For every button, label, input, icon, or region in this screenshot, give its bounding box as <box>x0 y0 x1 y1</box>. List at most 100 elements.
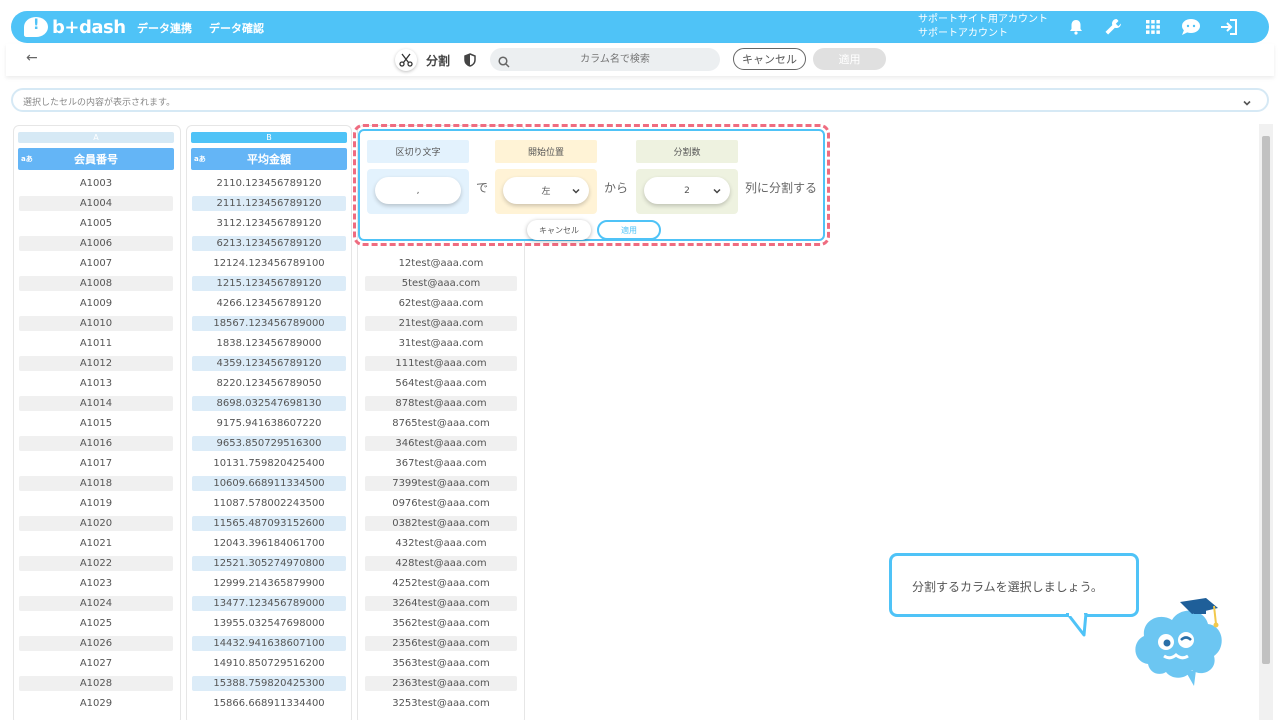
table-cell[interactable]: 8220.123456789050 <box>192 376 346 391</box>
wrench-icon[interactable] <box>1103 17 1123 37</box>
table-cell[interactable]: 3264test@aaa.com <box>365 596 517 611</box>
table-cell[interactable]: A1022 <box>19 556 173 571</box>
table-cell[interactable]: 2110.123456789120 <box>192 176 346 191</box>
vertical-scrollbar[interactable] <box>1259 124 1273 720</box>
table-cell[interactable]: A1021 <box>19 536 173 551</box>
table-cell[interactable]: 4252test@aaa.com <box>365 576 517 591</box>
nav-data-check[interactable]: データ確認 <box>209 20 264 36</box>
table-cell[interactable]: 3562test@aaa.com <box>365 616 517 631</box>
table-cell[interactable]: A1016 <box>19 436 173 451</box>
table-cell[interactable]: 6213.123456789120 <box>192 236 346 251</box>
table-cell[interactable]: 10131.759820425400 <box>192 456 346 471</box>
table-cell[interactable]: A1007 <box>19 256 173 271</box>
toolbar-apply-button[interactable]: 適用 <box>813 48 886 70</box>
table-cell[interactable]: A1014 <box>19 396 173 411</box>
table-cell[interactable]: 2363test@aaa.com <box>365 676 517 691</box>
table-cell[interactable]: 21test@aaa.com <box>365 316 517 331</box>
shield-icon[interactable] <box>464 52 476 71</box>
table-cell[interactable]: 8765test@aaa.com <box>365 416 517 431</box>
nav-data-integration[interactable]: データ連携 <box>137 20 192 36</box>
table-cell[interactable]: 9653.850729516300 <box>192 436 346 451</box>
table-cell[interactable]: 12043.396184061700 <box>192 536 346 551</box>
table-cell[interactable]: A1024 <box>19 596 173 611</box>
table-cell[interactable]: 12521.305274970800 <box>192 556 346 571</box>
table-cell[interactable]: A1004 <box>19 196 173 211</box>
table-cell[interactable]: 2356test@aaa.com <box>365 636 517 651</box>
table-cell[interactable]: 0382test@aaa.com <box>365 516 517 531</box>
popup-cancel-button[interactable]: キャンセル <box>527 220 591 240</box>
table-cell[interactable]: 3563test@aaa.com <box>365 656 517 671</box>
table-cell[interactable]: A1009 <box>19 296 173 311</box>
table-cell[interactable]: 11565.487093152600 <box>192 516 346 531</box>
table-cell[interactable]: 4359.123456789120 <box>192 356 346 371</box>
column-header[interactable]: aあ 会員番号 <box>18 148 174 170</box>
table-cell[interactable]: A1017 <box>19 456 173 471</box>
table-cell[interactable]: A1015 <box>19 416 173 431</box>
column-search[interactable] <box>490 48 720 71</box>
column-search-input[interactable] <box>520 48 710 71</box>
table-cell[interactable]: 14432.941638607100 <box>192 636 346 651</box>
table-cell[interactable]: A1005 <box>19 216 173 231</box>
table-cell[interactable]: 31test@aaa.com <box>365 336 517 351</box>
table-cell[interactable]: 3112.123456789120 <box>192 216 346 231</box>
table-cell[interactable]: 346test@aaa.com <box>365 436 517 451</box>
table-cell[interactable]: A1023 <box>19 576 173 591</box>
chat-icon[interactable] <box>1181 17 1201 37</box>
popup-apply-button[interactable]: 適用 <box>597 220 661 240</box>
table-cell[interactable]: 12124.123456789100 <box>192 256 346 271</box>
table-cell[interactable]: 12999.214365879900 <box>192 576 346 591</box>
table-cell[interactable]: 8698.032547698130 <box>192 396 346 411</box>
table-cell[interactable]: A1028 <box>19 676 173 691</box>
table-cell[interactable]: 1215.123456789120 <box>192 276 346 291</box>
table-cell[interactable]: 878test@aaa.com <box>365 396 517 411</box>
table-cell[interactable]: A1026 <box>19 636 173 651</box>
table-cell[interactable]: 2111.123456789120 <box>192 196 346 211</box>
table-cell[interactable]: 62test@aaa.com <box>365 296 517 311</box>
table-cell[interactable]: A1013 <box>19 376 173 391</box>
table-cell[interactable]: 111test@aaa.com <box>365 356 517 371</box>
table-cell[interactable]: 14910.850729516200 <box>192 656 346 671</box>
table-cell[interactable]: 428test@aaa.com <box>365 556 517 571</box>
table-cell[interactable]: 0976test@aaa.com <box>365 496 517 511</box>
table-cell[interactable]: A1025 <box>19 616 173 631</box>
table-cell[interactable]: 7399test@aaa.com <box>365 476 517 491</box>
table-cell[interactable]: 13955.032547698000 <box>192 616 346 631</box>
table-cell[interactable]: 1838.123456789000 <box>192 336 346 351</box>
toolbar-cancel-button[interactable]: キャンセル <box>733 48 806 70</box>
start-position-select[interactable]: 左 <box>503 177 589 204</box>
column-header[interactable]: aあ 平均金額 <box>191 148 347 170</box>
table-cell[interactable]: 11087.578002243500 <box>192 496 346 511</box>
table-cell[interactable]: 3253test@aaa.com <box>365 696 517 711</box>
grid-icon[interactable] <box>1143 17 1163 37</box>
account-info[interactable]: サポートサイト用アカウント サポートアカウント <box>918 13 1048 41</box>
column-a[interactable]: A aあ 会員番号 A1003 A1004 A1005 A1006 A1007 A1008… <box>13 125 181 720</box>
scrollbar-thumb[interactable] <box>1262 136 1270 664</box>
table-cell[interactable]: A1019 <box>19 496 173 511</box>
table-cell[interactable]: 9175.941638607220 <box>192 416 346 431</box>
delimiter-input[interactable]: , <box>375 177 461 204</box>
table-cell[interactable]: 4266.123456789120 <box>192 296 346 311</box>
table-cell[interactable]: 10609.668911334500 <box>192 476 346 491</box>
table-cell[interactable]: 432test@aaa.com <box>365 536 517 551</box>
table-cell[interactable]: 15388.759820425300 <box>192 676 346 691</box>
table-cell[interactable]: A1011 <box>19 336 173 351</box>
table-cell[interactable]: A1006 <box>19 236 173 251</box>
cell-content-bar[interactable]: 選択したセルの内容が表示されます。 <box>11 88 1269 112</box>
b-dash-logo[interactable]: b+dash <box>24 16 126 38</box>
table-cell[interactable]: 12test@aaa.com <box>365 256 517 271</box>
table-cell[interactable]: 5test@aaa.com <box>365 276 517 291</box>
table-cell[interactable]: 15866.668911334400 <box>192 696 346 711</box>
back-arrow-icon[interactable]: ← <box>26 50 38 66</box>
table-cell[interactable]: A1020 <box>19 516 173 531</box>
table-cell[interactable]: 18567.123456789000 <box>192 316 346 331</box>
bell-icon[interactable] <box>1066 17 1086 37</box>
table-cell[interactable]: A1027 <box>19 656 173 671</box>
logout-icon[interactable] <box>1219 17 1239 37</box>
split-count-select[interactable]: 2 <box>644 177 730 204</box>
table-cell[interactable]: A1010 <box>19 316 173 331</box>
table-cell[interactable]: A1029 <box>19 696 173 711</box>
column-b[interactable]: B aあ 平均金額 2110.123456789120 2111.12345678… <box>186 125 352 720</box>
table-cell[interactable]: A1012 <box>19 356 173 371</box>
chevron-down-icon[interactable] <box>1241 94 1253 113</box>
table-cell[interactable]: A1018 <box>19 476 173 491</box>
